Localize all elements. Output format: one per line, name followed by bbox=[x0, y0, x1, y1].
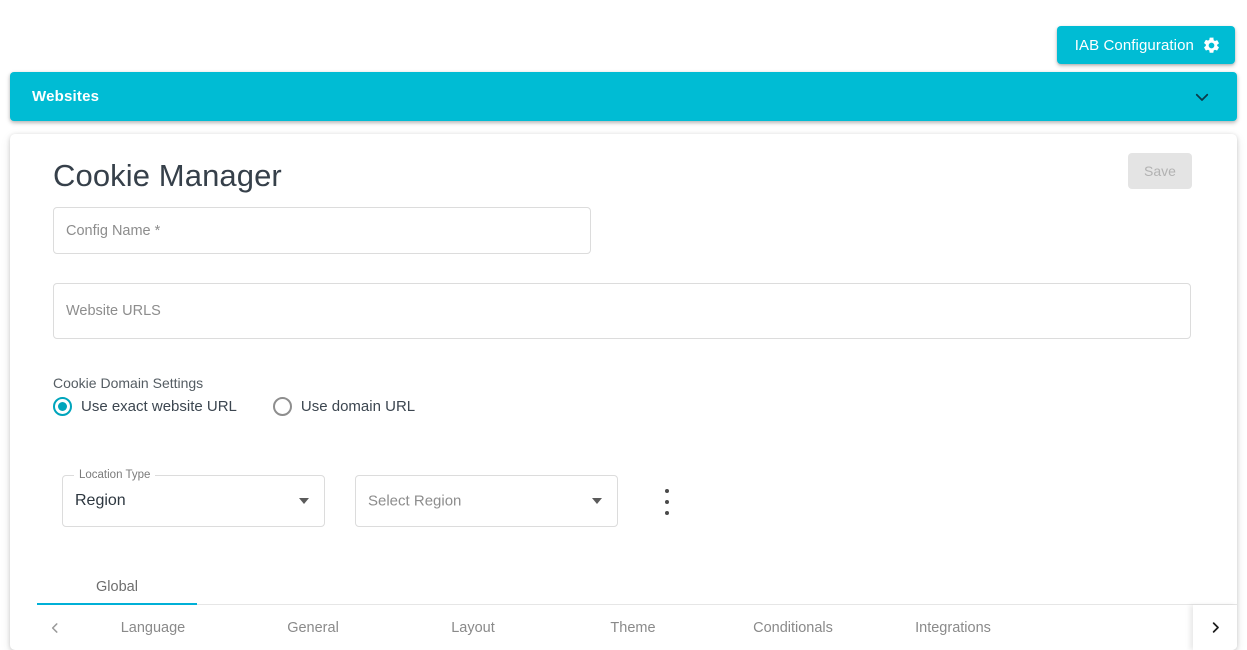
select-region-select[interactable]: Select Region bbox=[355, 475, 618, 527]
tab-general[interactable]: General bbox=[233, 605, 393, 650]
kebab-menu-icon[interactable] bbox=[656, 489, 678, 515]
cookie-domain-settings-label: Cookie Domain Settings bbox=[53, 375, 204, 391]
websites-title: Websites bbox=[32, 88, 100, 105]
secondary-tab-bar: Language General Layout Theme Conditiona… bbox=[37, 605, 1237, 650]
tab-language-label: Language bbox=[120, 619, 186, 636]
cookie-manager-card: Cookie Manager Save Cookie Domain Settin… bbox=[10, 134, 1237, 650]
tab-global-label: Global bbox=[96, 578, 138, 595]
cookie-domain-settings-radio-group: Use exact website URL Use domain URL bbox=[53, 397, 415, 416]
location-type-value: Region bbox=[75, 492, 126, 509]
tab-theme[interactable]: Theme bbox=[553, 605, 713, 650]
select-region-placeholder: Select Region bbox=[368, 492, 462, 510]
location-type-floating-label: Location Type bbox=[74, 468, 156, 483]
radio-use-exact-website-url[interactable]: Use exact website URL bbox=[53, 397, 237, 416]
chevron-left-icon[interactable] bbox=[37, 605, 73, 650]
websites-accordion-header[interactable]: Websites bbox=[10, 72, 1237, 121]
config-name-input[interactable] bbox=[53, 207, 591, 254]
tab-conditionals-label: Conditionals bbox=[753, 619, 833, 636]
radio-use-domain-url[interactable]: Use domain URL bbox=[272, 397, 416, 416]
chevron-down-icon bbox=[592, 498, 602, 504]
tab-conditionals[interactable]: Conditionals bbox=[713, 605, 873, 650]
tab-layout-label: Layout bbox=[451, 619, 495, 636]
tab-language[interactable]: Language bbox=[73, 605, 233, 650]
iab-configuration-button[interactable]: IAB Configuration bbox=[1056, 26, 1235, 64]
radio-selected-icon bbox=[53, 397, 72, 416]
radio-label-domain-url: Use domain URL bbox=[300, 398, 416, 415]
location-type-select[interactable]: Location Type Region bbox=[62, 468, 325, 527]
primary-tab-bar: Global bbox=[37, 568, 1237, 606]
radio-unselected-icon bbox=[272, 397, 292, 416]
chevron-down-icon[interactable] bbox=[1193, 88, 1211, 106]
tab-general-label: General bbox=[287, 619, 339, 636]
tab-layout[interactable]: Layout bbox=[393, 605, 553, 650]
tab-global[interactable]: Global bbox=[37, 568, 197, 606]
radio-label-exact-url: Use exact website URL bbox=[81, 398, 237, 415]
tab-integrations-label: Integrations bbox=[915, 619, 991, 636]
page-title: Cookie Manager bbox=[53, 158, 282, 193]
iab-configuration-label: IAB Configuration bbox=[1074, 36, 1194, 54]
chevron-right-icon[interactable] bbox=[1193, 605, 1237, 650]
tab-theme-label: Theme bbox=[610, 619, 656, 636]
gear-icon bbox=[1202, 36, 1221, 55]
website-urls-input[interactable] bbox=[53, 283, 1191, 339]
chevron-down-icon bbox=[299, 498, 309, 504]
tab-integrations[interactable]: Integrations bbox=[873, 605, 1033, 650]
save-button[interactable]: Save bbox=[1128, 153, 1192, 189]
secondary-tabs-track: Language General Layout Theme Conditiona… bbox=[73, 605, 1237, 650]
top-bar: IAB Configuration bbox=[0, 0, 1247, 72]
